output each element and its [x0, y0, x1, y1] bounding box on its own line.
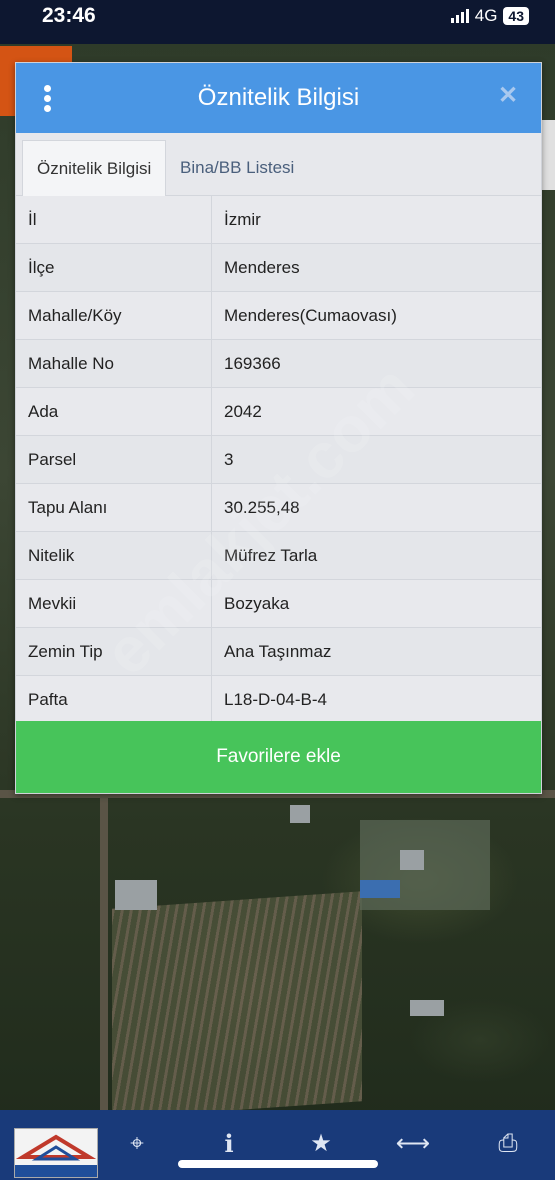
status-time: 23:46	[42, 4, 96, 27]
tab-building-list[interactable]: Bina/BB Listesi	[166, 140, 308, 195]
status-bar: 23:46 4G 43	[0, 0, 555, 44]
row-value: Ana Taşınmaz	[224, 642, 332, 661]
add-to-favorites-button[interactable]: Favorilere ekle	[16, 721, 541, 793]
tab-attribute-info[interactable]: Öznitelik Bilgisi	[22, 140, 167, 196]
row-value: 3	[224, 450, 234, 469]
home-indicator	[178, 1160, 378, 1168]
row-value: Menderes(Cumaovası)	[224, 306, 397, 325]
status-indicators: 4G 43	[450, 6, 529, 26]
table-row: Nitelik Müfrez Tarla	[16, 532, 541, 580]
table-row: İlçe Menderes	[16, 244, 541, 292]
table-row: Ada 2042	[16, 388, 541, 436]
map-field	[112, 891, 362, 1119]
measure-icon[interactable]: ⟷	[393, 1126, 433, 1162]
bottom-toolbar: ⌖ i ★ ⟷ ⎙	[0, 1110, 555, 1180]
row-key: Mevkii	[16, 580, 212, 627]
row-value: İzmir	[224, 210, 261, 229]
print-icon[interactable]: ⎙	[488, 1126, 528, 1162]
table-row: Pafta L18-D-04-B-4	[16, 676, 541, 724]
attribute-table: İl İzmir İlçe Menderes Mahalle/Köy Menderes…	[16, 196, 541, 724]
panel-header: Öznitelik Bilgisi ✕	[16, 63, 541, 133]
battery-icon: 43	[503, 7, 529, 25]
locate-icon[interactable]: ⌖	[117, 1126, 157, 1162]
table-row: Mevkii Bozyaka	[16, 580, 541, 628]
attribute-panel: Öznitelik Bilgisi ✕ Öznitelik Bilgisi Bi…	[15, 62, 542, 794]
close-icon[interactable]: ✕	[497, 84, 519, 108]
table-row: Zemin Tip Ana Taşınmaz	[16, 628, 541, 676]
row-key: Parsel	[16, 436, 212, 483]
table-row: İl İzmir	[16, 196, 541, 244]
star-icon[interactable]: ★	[301, 1126, 341, 1162]
row-key: İlçe	[16, 244, 212, 291]
row-key: Mahalle No	[16, 340, 212, 387]
brand-logo[interactable]	[14, 1128, 98, 1178]
row-value: Müfrez Tarla	[224, 546, 318, 565]
panel-title: Öznitelik Bilgisi	[197, 84, 360, 111]
table-row: Mahalle/Köy Menderes(Cumaovası)	[16, 292, 541, 340]
network-label: 4G	[474, 6, 498, 25]
row-key: Pafta	[16, 676, 212, 723]
row-key: Nitelik	[16, 532, 212, 579]
row-value: 2042	[224, 402, 262, 421]
row-key: Zemin Tip	[16, 628, 212, 675]
table-row: Tapu Alanı 30.255,48	[16, 484, 541, 532]
row-key: Mahalle/Köy	[16, 292, 212, 339]
row-value: L18-D-04-B-4	[224, 690, 327, 709]
row-value: 169366	[224, 354, 281, 373]
row-value: Menderes	[224, 258, 300, 277]
table-row: Parsel 3	[16, 436, 541, 484]
signal-icon	[450, 9, 469, 23]
row-key: İl	[16, 196, 212, 243]
map-control-edge	[540, 120, 555, 190]
row-value: Bozyaka	[224, 594, 290, 613]
row-key: Tapu Alanı	[16, 484, 212, 531]
table-row: Mahalle No 169366	[16, 340, 541, 388]
row-value: 30.255,48	[224, 498, 300, 517]
row-key: Ada	[16, 388, 212, 435]
tab-bar: Öznitelik Bilgisi Bina/BB Listesi	[16, 133, 541, 196]
more-menu-icon[interactable]	[44, 85, 54, 113]
info-icon[interactable]: i	[209, 1126, 249, 1162]
